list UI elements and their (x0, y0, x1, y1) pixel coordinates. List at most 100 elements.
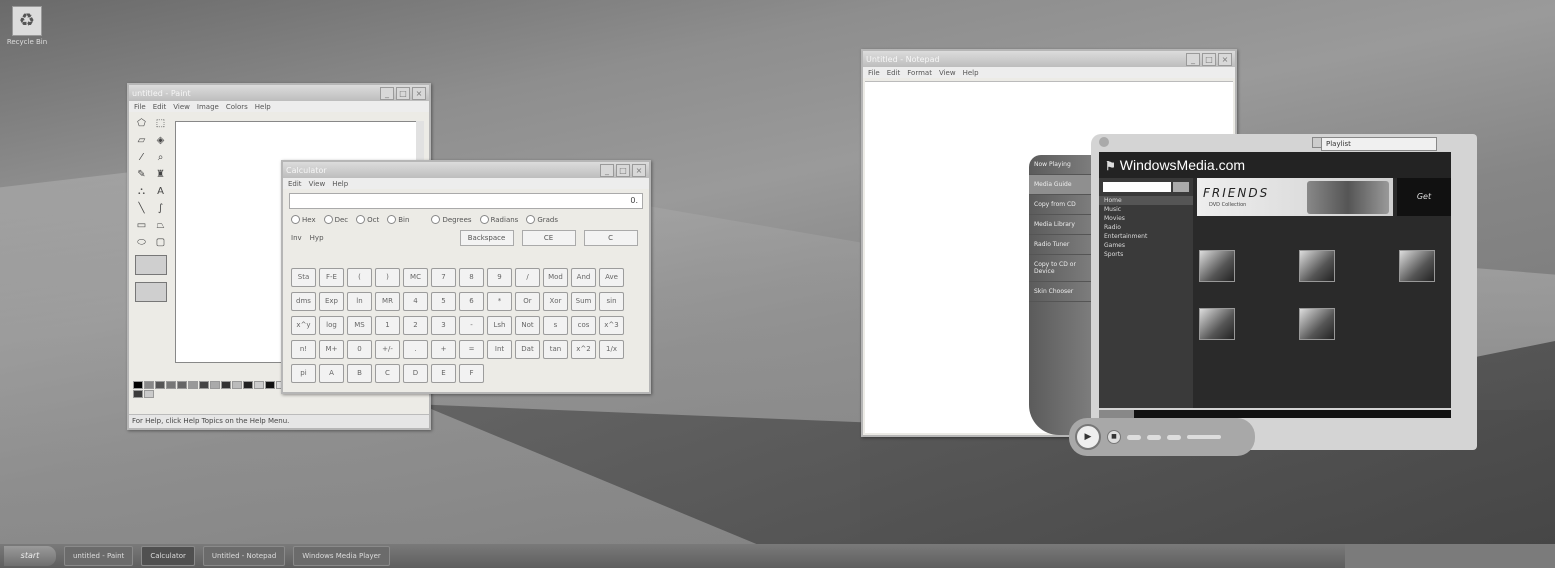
category-radio[interactable]: Radio (1099, 223, 1193, 232)
color-swatch[interactable] (155, 381, 165, 389)
calc-key[interactable]: Sta (291, 268, 316, 287)
pencil-icon[interactable]: ✎ (133, 168, 150, 182)
close-button[interactable]: × (1218, 52, 1232, 66)
calc-key[interactable]: A (319, 364, 344, 383)
calc-key[interactable]: 2 (403, 316, 428, 335)
calculator-titlebar[interactable]: Calculator _ □ × (283, 162, 649, 178)
calc-key[interactable]: Not (515, 316, 540, 335)
calc-key[interactable]: Lsh (487, 316, 512, 335)
menu-colors[interactable]: Colors (226, 103, 248, 111)
radio-oct[interactable]: Oct (356, 215, 379, 224)
nav-media-guide[interactable]: Media Guide (1029, 175, 1092, 195)
calc-key[interactable]: F-E (319, 268, 344, 287)
category-games[interactable]: Games (1099, 241, 1193, 250)
calc-key[interactable]: C (375, 364, 400, 383)
category-entertainment[interactable]: Entertainment (1099, 232, 1193, 241)
rounded-rect-icon[interactable]: ▢ (152, 236, 169, 250)
calc-key[interactable]: 4 (403, 292, 428, 311)
nav-media-library[interactable]: Media Library (1029, 215, 1092, 235)
calc-key[interactable]: Dat (515, 340, 540, 359)
color-swatch[interactable] (265, 381, 275, 389)
hyp-checkbox[interactable]: Hyp (310, 234, 324, 242)
radio-radians[interactable]: Radians (479, 215, 518, 224)
search-button[interactable] (1173, 182, 1189, 192)
pick-color-icon[interactable]: ⁄ (133, 151, 150, 165)
menu-view[interactable]: View (309, 180, 326, 188)
color-swatch[interactable] (144, 381, 154, 389)
calc-key[interactable]: And (571, 268, 596, 287)
volume-slider[interactable] (1187, 435, 1221, 439)
color-swatch[interactable] (243, 381, 253, 389)
calc-key[interactable]: ln (347, 292, 372, 311)
minimize-button[interactable]: _ (380, 86, 394, 100)
menu-view[interactable]: View (173, 103, 190, 111)
media-player-window[interactable]: Now Playing Media Guide Copy from CD Med… (1029, 128, 1477, 456)
next-button[interactable] (1147, 434, 1161, 440)
calc-key[interactable]: x^2 (571, 340, 596, 359)
stop-button[interactable]: ■ (1107, 430, 1121, 444)
color-swatch[interactable] (188, 381, 198, 389)
nav-now-playing[interactable]: Now Playing (1029, 155, 1092, 175)
menu-file[interactable]: File (868, 69, 880, 77)
calc-key[interactable]: sin (599, 292, 624, 311)
calc-key[interactable]: 7 (431, 268, 456, 287)
menu-help[interactable]: Help (332, 180, 348, 188)
recycle-bin-desktop-icon[interactable]: ♻ Recycle Bin (6, 6, 48, 46)
calc-key[interactable]: E (431, 364, 456, 383)
color-swatch[interactable] (221, 381, 231, 389)
task-paint[interactable]: untitled - Paint (64, 546, 134, 566)
ce-button[interactable]: CE (521, 230, 576, 246)
brush-icon[interactable]: ♜ (152, 168, 169, 182)
calc-key[interactable]: F (459, 364, 484, 383)
airbrush-icon[interactable]: ⛬ (133, 185, 150, 199)
calc-key[interactable]: - (459, 316, 484, 335)
calc-key[interactable]: ( (347, 268, 372, 287)
calc-key[interactable]: 0 (347, 340, 372, 359)
nav-copy-from-cd[interactable]: Copy from CD (1029, 195, 1092, 215)
color-swatch[interactable] (133, 381, 143, 389)
color-swatch[interactable] (133, 390, 143, 398)
inv-checkbox[interactable]: Inv (291, 234, 302, 242)
close-button[interactable]: × (632, 163, 646, 177)
calc-key[interactable]: +/- (375, 340, 400, 359)
calc-key[interactable]: Sum (571, 292, 596, 311)
color-swatch[interactable] (166, 381, 176, 389)
search-input[interactable] (1103, 182, 1171, 192)
calc-key[interactable]: 1 (375, 316, 400, 335)
tool-options-box[interactable] (135, 255, 167, 275)
polygon-icon[interactable]: ⏢ (152, 219, 169, 233)
calc-key[interactable]: 5 (431, 292, 456, 311)
feature-item[interactable] (1299, 308, 1375, 356)
feature-item[interactable] (1199, 250, 1275, 298)
calc-key[interactable]: MC (403, 268, 428, 287)
calc-key[interactable]: Int (487, 340, 512, 359)
menu-help[interactable]: Help (963, 69, 979, 77)
fill-icon[interactable]: ◈ (152, 134, 169, 148)
calc-key[interactable]: dms (291, 292, 316, 311)
calc-key[interactable]: MR (375, 292, 400, 311)
select-icon[interactable]: ⬚ (152, 117, 169, 131)
calc-key[interactable]: M+ (319, 340, 344, 359)
free-select-icon[interactable]: ⬠ (133, 117, 150, 131)
menu-help[interactable]: Help (255, 103, 271, 111)
menu-edit[interactable]: Edit (153, 103, 167, 111)
calc-key[interactable]: Xor (543, 292, 568, 311)
calc-key[interactable]: pi (291, 364, 316, 383)
menu-edit[interactable]: Edit (288, 180, 302, 188)
color-swatch[interactable] (254, 381, 264, 389)
radio-bin[interactable]: Bin (387, 215, 409, 224)
feature-item[interactable] (1399, 250, 1451, 298)
radio-hex[interactable]: Hex (291, 215, 316, 224)
side-ad[interactable]: Get (1397, 178, 1451, 216)
nav-radio-tuner[interactable]: Radio Tuner (1029, 235, 1092, 255)
calc-key[interactable]: * (487, 292, 512, 311)
menu-format[interactable]: Format (907, 69, 932, 77)
category-music[interactable]: Music (1099, 205, 1193, 214)
maximize-button[interactable]: □ (396, 86, 410, 100)
color-swatch[interactable] (232, 381, 242, 389)
calc-key[interactable]: MS (347, 316, 372, 335)
calc-key[interactable]: s (543, 316, 568, 335)
nav-copy-to-cd[interactable]: Copy to CD or Device (1029, 255, 1092, 282)
maximize-button[interactable]: □ (616, 163, 630, 177)
calc-key[interactable]: = (459, 340, 484, 359)
